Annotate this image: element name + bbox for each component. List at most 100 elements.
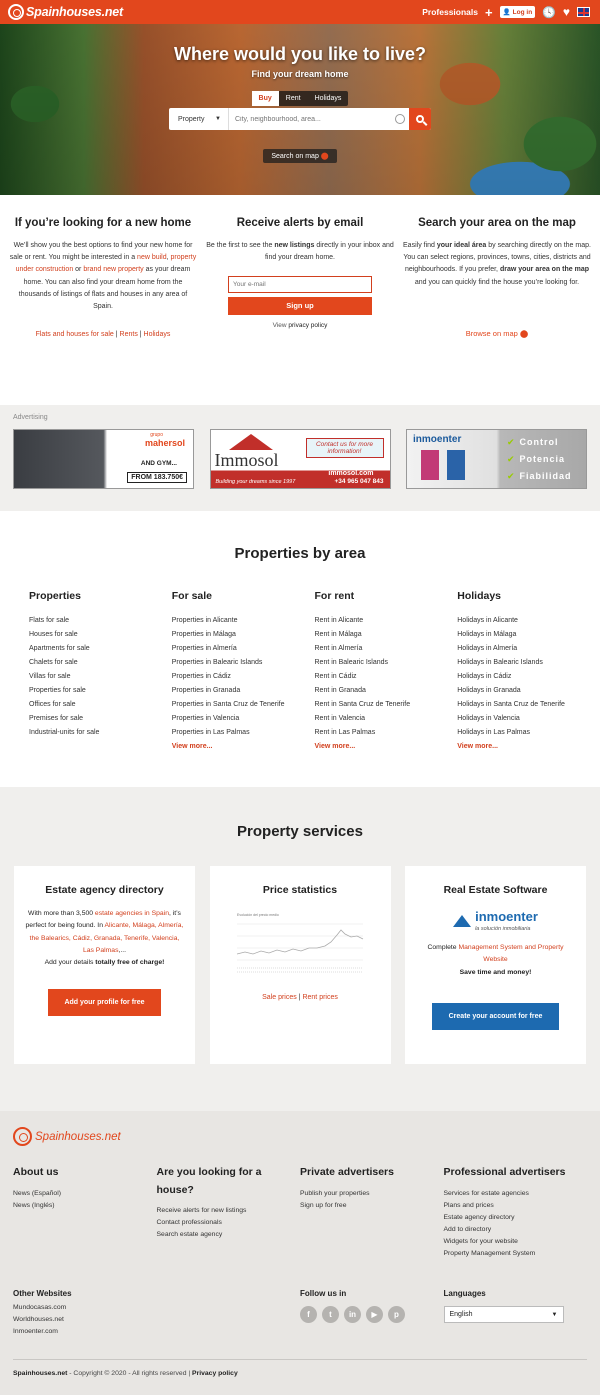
area-link[interactable]: Properties in Almería [172,642,315,656]
geolocate-icon[interactable] [391,108,409,130]
ad-banner-immosol[interactable]: Immosol Contact us for more information!… [209,429,391,489]
footer-link[interactable]: News (Español) [13,1188,157,1200]
area-link[interactable]: Holidays in Alicante [457,614,600,628]
area-link[interactable]: Holidays in Valencia [457,712,600,726]
area-link[interactable]: Holidays in Las Palmas [457,726,600,740]
area-link[interactable]: Flats for sale [29,614,172,628]
language-select[interactable]: English ▼ [443,1306,564,1323]
twitter-icon[interactable]: t [322,1306,339,1323]
area-link[interactable]: Rent in Málaga [315,628,458,642]
area-link[interactable]: Properties in Las Palmas [172,726,315,740]
view-more-link[interactable]: View more... [315,740,458,754]
ad-banner-inmoenter[interactable]: inmoenter ✔ Control ✔ Potencia ✔ Fiabilidad [406,429,587,489]
tab-holidays[interactable]: Holidays [308,91,349,106]
area-link[interactable]: Rent in Valencia [315,712,458,726]
clock-icon[interactable]: 🕓 [542,6,556,19]
site-logo[interactable]: Spainhouses.net [8,4,123,20]
other-site-link[interactable]: Inmoenter.com [13,1326,300,1338]
footer-link[interactable]: Contact professionals [157,1217,301,1229]
new-build-link[interactable]: new build [137,254,167,261]
search-on-map-button[interactable]: Search on map ⬤ [263,149,337,163]
area-link[interactable]: Houses for sale [29,628,172,642]
uk-flag-icon[interactable] [577,7,590,17]
holidays-link[interactable]: Holidays [144,331,171,338]
footer-link[interactable]: News (Inglés) [13,1200,157,1212]
estate-agencies-link[interactable]: estate agencies in Spain [95,910,169,917]
login-button[interactable]: 👤 Log in [499,6,536,18]
footer-logo[interactable]: Spainhouses.net [13,1127,587,1146]
feature-text: We’ll show you the best options to find … [9,242,197,311]
add-profile-button[interactable]: Add your profile for free [48,989,161,1017]
area-link[interactable]: Holidays in Santa Cruz de Tenerife [457,698,600,712]
area-link[interactable]: Villas for sale [29,670,172,684]
linkedin-icon[interactable]: in [344,1306,361,1323]
email-field[interactable] [228,276,372,294]
privacy-policy-link[interactable]: privacy policy [288,322,327,329]
plus-icon[interactable]: + [485,6,493,19]
area-link[interactable]: Properties in Santa Cruz de Tenerife [172,698,315,712]
footer-link[interactable]: Add to directory [444,1224,588,1236]
footer-link[interactable]: Search estate agency [157,1229,301,1241]
area-link[interactable]: Industrial-units for sale [29,726,172,740]
rents-link[interactable]: Rents [120,331,138,338]
area-link[interactable]: Properties in Cádiz [172,670,315,684]
area-link[interactable]: Offices for sale [29,698,172,712]
footer-link[interactable]: Sign up for free [300,1200,444,1212]
other-site-link[interactable]: Worldhouses.net [13,1314,300,1326]
tab-rent[interactable]: Rent [279,91,308,106]
price-chart-thumbnail[interactable]: Evolución del precio medio [235,910,365,978]
area-link[interactable]: Rent in Las Palmas [315,726,458,740]
footer-link[interactable]: Estate agency directory [444,1212,588,1224]
rent-prices-link[interactable]: Rent prices [302,994,337,1001]
heart-icon[interactable]: ♥ [563,5,570,19]
area-link[interactable]: Rent in Balearic Islands [315,656,458,670]
area-link[interactable]: Rent in Granada [315,684,458,698]
other-site-link[interactable]: Mundocasas.com [13,1302,300,1314]
ad-banner-mahersol[interactable]: mahersol grupo AND GYM... FROM 183.750€ [13,429,194,489]
signup-button[interactable]: Sign up [228,297,372,316]
sale-prices-link[interactable]: Sale prices [262,994,297,1001]
management-system-link[interactable]: Management System and Property Website [458,944,563,963]
footer-link[interactable]: Widgets for your website [444,1236,588,1248]
area-link[interactable]: Rent in Almería [315,642,458,656]
footer-link[interactable]: Publish your properties [300,1188,444,1200]
facebook-icon[interactable]: f [300,1306,317,1323]
footer-link[interactable]: Plans and prices [444,1200,588,1212]
area-link[interactable]: Chalets for sale [29,656,172,670]
area-link[interactable]: Holidays in Almería [457,642,600,656]
area-link[interactable]: Holidays in Málaga [457,628,600,642]
footer-link[interactable]: Property Management System [444,1248,588,1260]
area-link[interactable]: Properties in Granada [172,684,315,698]
search-button[interactable] [409,108,431,130]
browse-on-map-link[interactable]: Browse on map ⬤ [402,329,592,338]
youtube-icon[interactable]: ▶ [366,1306,383,1323]
area-link[interactable]: Rent in Santa Cruz de Tenerife [315,698,458,712]
area-link[interactable]: Rent in Alicante [315,614,458,628]
brand-new-link[interactable]: brand new property [83,266,143,273]
area-link[interactable]: Holidays in Cádiz [457,670,600,684]
footer-link[interactable]: Services for estate agencies [444,1188,588,1200]
area-link[interactable]: Properties in Alicante [172,614,315,628]
footer-heading: About us [13,1166,59,1178]
footer-privacy-link[interactable]: Privacy policy [192,1370,238,1377]
area-link[interactable]: Premises for sale [29,712,172,726]
area-link[interactable]: Rent in Cádiz [315,670,458,684]
view-more-link[interactable]: View more... [172,740,315,754]
view-more-link[interactable]: View more... [457,740,600,754]
area-link[interactable]: Holidays in Balearic Islands [457,656,600,670]
area-link[interactable]: Holidays in Granada [457,684,600,698]
pinterest-icon[interactable]: p [388,1306,405,1323]
flats-houses-sale-link[interactable]: Flats and houses for sale [36,331,114,338]
area-link[interactable]: Properties in Balearic Islands [172,656,315,670]
create-account-button[interactable]: Create your account for free [432,1002,559,1030]
area-link[interactable]: Properties in Málaga [172,628,315,642]
inmoenter-logo[interactable]: inmoenter la solución inmobiliaria [415,910,576,932]
footer-link[interactable]: Receive alerts for new listings [157,1205,301,1217]
professionals-link[interactable]: Professionals [422,7,478,17]
property-type-select[interactable]: Property ▼ [169,108,229,130]
location-search-input[interactable] [229,108,391,130]
area-link[interactable]: Properties in Valencia [172,712,315,726]
area-link[interactable]: Properties for sale [29,684,172,698]
tab-buy[interactable]: Buy [251,91,279,106]
area-link[interactable]: Apartments for sale [29,642,172,656]
